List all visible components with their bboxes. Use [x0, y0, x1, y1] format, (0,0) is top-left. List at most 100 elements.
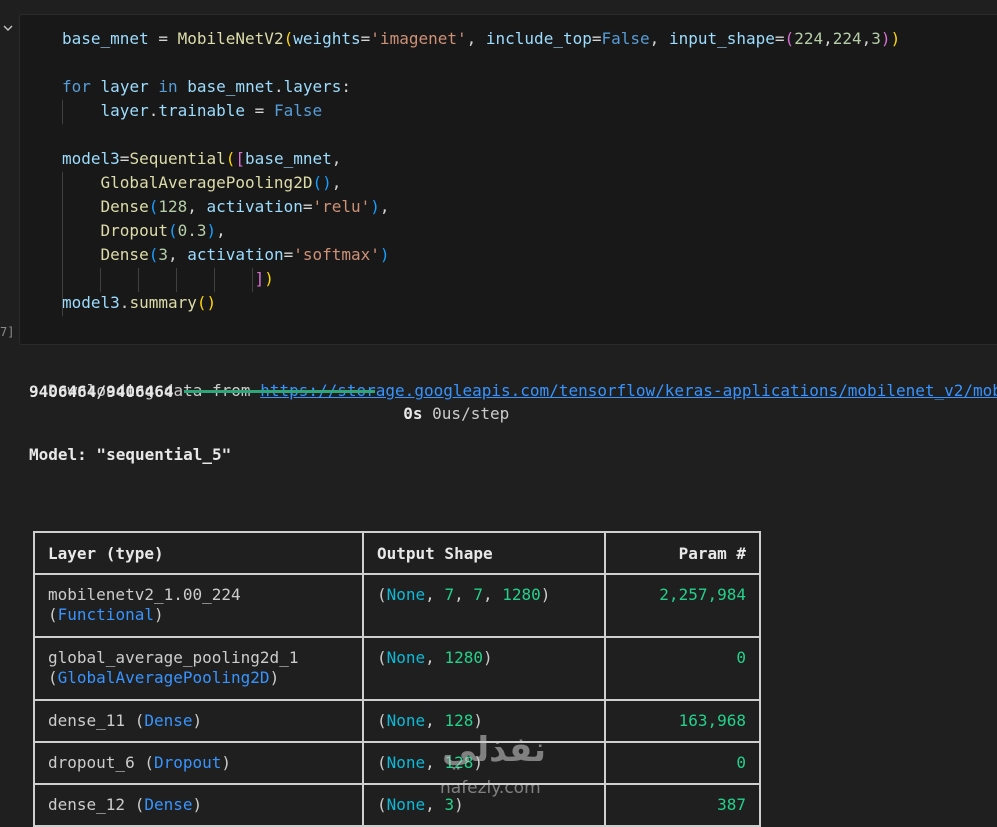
paren: (: [48, 605, 58, 624]
summary-header-row: Layer (type) Output Shape Param #: [33, 531, 761, 575]
layer-name: global_average_pooling2d_1: [48, 648, 299, 667]
shape-token: ,: [425, 585, 445, 604]
code-line: Dense(128, activation='relu'),: [62, 196, 390, 218]
param-count: 163,968: [678, 711, 746, 730]
code-token: layer: [100, 77, 149, 96]
paren: (: [134, 753, 154, 772]
code-token: summary: [129, 293, 197, 312]
code-cell-editor[interactable]: base_mnet = MobileNetV2(weights='imagene…: [19, 14, 997, 345]
code-token: 128: [158, 197, 188, 216]
layer-type: Dense: [144, 795, 193, 814]
download-progress-bar: [184, 390, 375, 393]
shape-token: ): [473, 711, 483, 730]
paren: (: [48, 668, 58, 687]
paren: (: [125, 795, 145, 814]
layer-name: mobilenetv2_1.00_224: [48, 585, 241, 604]
code-token: base_mnet: [187, 77, 274, 96]
code-token: False: [273, 101, 323, 120]
watermark-arabic: نفذلي: [442, 730, 547, 770]
code-token: (: [283, 29, 294, 48]
code-token: ): [264, 269, 274, 288]
download-line: Downloading data from https://storage.go…: [29, 358, 997, 400]
shape-token: 7: [473, 585, 483, 604]
code-token: (): [196, 293, 217, 312]
shape-token: None: [386, 753, 426, 772]
indent-guide: [100, 268, 101, 292]
indent-guide: [214, 268, 215, 292]
code-token: base_mnet: [62, 29, 149, 48]
paren: ): [221, 753, 232, 772]
layer-type: Dropout: [153, 753, 222, 772]
code-token: ,: [167, 245, 188, 264]
code-token: 0.3: [177, 221, 207, 240]
shape-token: ,: [425, 711, 445, 730]
summary-row: dense_11 (Dense) (None, 128) 163,968: [33, 699, 761, 743]
shape-token: (: [377, 795, 387, 814]
paren: ): [192, 711, 203, 730]
code-token: (): [312, 173, 332, 192]
code-token: .: [273, 77, 284, 96]
code-token: MobileNetV2: [177, 29, 284, 48]
code-token: base_mnet: [245, 149, 332, 168]
shape-token: 128: [444, 711, 474, 730]
layer-name: dense_11: [48, 711, 126, 730]
indent-guide: [62, 100, 63, 124]
watermark-logo: نفذلي nafezly.com: [436, 730, 566, 802]
chevron-down-icon[interactable]: [2, 22, 14, 34]
code-line: Dense(3, activation='softmax'): [62, 244, 390, 266]
code-token: ,: [466, 29, 486, 48]
param-count-cell: 163,968: [604, 699, 761, 743]
code-line: GlobalAveragePooling2D(),: [62, 172, 342, 194]
code-token: =: [774, 29, 785, 48]
header-param-count: Param #: [604, 531, 761, 575]
paren: (: [125, 711, 145, 730]
shape-token: 1280: [444, 648, 483, 667]
shape-token: ,: [454, 585, 474, 604]
code-token: ,: [216, 221, 226, 240]
code-line: model3=Sequential([base_mnet,: [62, 148, 341, 170]
shape-token: (: [377, 711, 387, 730]
layer-cell: global_average_pooling2d_1 (GlobalAverage…: [33, 636, 364, 701]
code-token: 224: [832, 29, 862, 48]
code-token: ): [890, 29, 901, 48]
code-token: =: [283, 245, 294, 264]
layer-cell: mobilenetv2_1.00_224 (Functional): [33, 573, 364, 638]
progress-rate: 0us/step: [422, 404, 510, 423]
code-token: 3: [871, 29, 881, 48]
code-token: (: [225, 149, 236, 168]
code-token: ,: [187, 197, 207, 216]
code-token: 3: [158, 245, 168, 264]
code-token: Dropout: [100, 221, 168, 240]
code-token: =: [591, 29, 602, 48]
code-token: 'relu': [312, 197, 371, 216]
shape-token: ): [482, 648, 493, 667]
code-token: (: [784, 29, 795, 48]
code-token: :: [341, 77, 352, 96]
code-line: model3.summary(): [62, 292, 216, 314]
paren: ): [153, 605, 164, 624]
summary-row: dropout_6 (Dropout) (None, 128) 0: [33, 741, 761, 785]
indent-guide: [138, 268, 139, 292]
shape-token: ): [540, 585, 551, 604]
code-token: ): [880, 29, 891, 48]
header-layer-type: Layer (type): [33, 531, 364, 575]
code-token: Dense: [100, 197, 149, 216]
progress-status: 0s 0us/step: [384, 381, 509, 423]
param-count: 387: [717, 795, 746, 814]
code-token: False: [601, 29, 650, 48]
code-token: ]: [254, 269, 265, 288]
shape-token: ,: [425, 648, 445, 667]
param-count: 0: [736, 648, 746, 667]
code-token: .: [148, 101, 159, 120]
code-token: layers: [283, 77, 342, 96]
code-token: ,: [331, 173, 342, 192]
output-shape-cell: (None, 1280): [362, 636, 606, 701]
code-token: include_top: [485, 29, 592, 48]
code-token: (: [148, 197, 159, 216]
code-token: ,: [861, 29, 872, 48]
code-token: Sequential: [129, 149, 226, 168]
